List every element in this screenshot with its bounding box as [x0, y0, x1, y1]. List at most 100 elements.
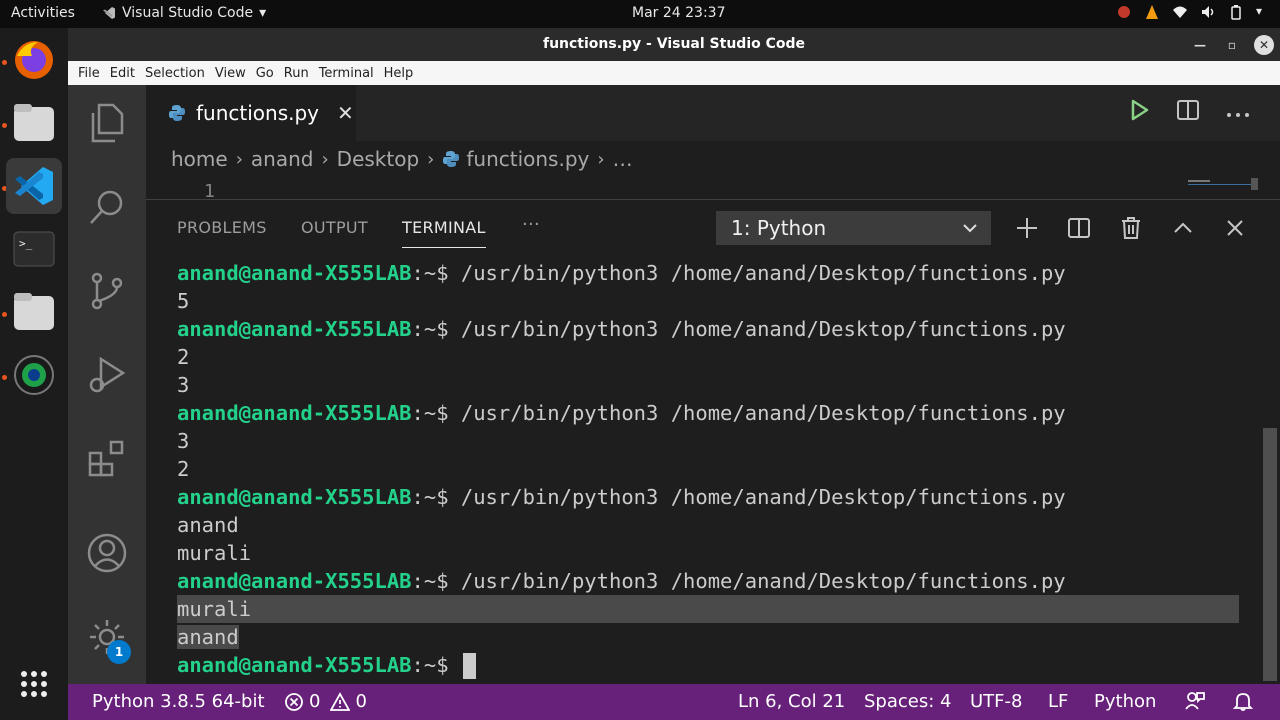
breadcrumb-desktop[interactable]: Desktop [337, 147, 419, 171]
terminal-cursor [462, 653, 476, 679]
terminal-output-line: 3 [177, 371, 1239, 399]
explorer-button[interactable] [85, 101, 129, 145]
activities-button[interactable]: Activities [11, 5, 75, 21]
status-bar: Python 3.8.5 64-bit 0 0 Ln 6, Col 21 Spa… [68, 684, 1280, 720]
search-button[interactable] [85, 185, 129, 229]
minimize-button[interactable]: — [1184, 28, 1216, 61]
editor-content[interactable]: 1 [146, 177, 1280, 199]
terminal-scrollbar[interactable] [1263, 428, 1277, 681]
editor-tab-bar: functions.py ✕ [146, 85, 1280, 141]
show-applications-button[interactable] [6, 656, 62, 712]
source-control-button[interactable] [85, 269, 129, 313]
account-icon [87, 533, 127, 573]
cursor-position[interactable]: Ln 6, Col 21 [738, 691, 845, 712]
dock-files[interactable] [6, 95, 62, 151]
end-of-line[interactable]: LF [1048, 691, 1068, 712]
dock-webcam[interactable] [6, 347, 62, 403]
search-icon [90, 190, 123, 224]
language-mode[interactable]: Python [1094, 691, 1156, 712]
notifications-button[interactable] [1232, 690, 1254, 717]
run-debug-button[interactable] [85, 353, 129, 397]
files-icon [14, 104, 54, 141]
record-icon[interactable] [1116, 4, 1132, 20]
system-tray[interactable]: ▾ [1116, 4, 1268, 20]
menu-go[interactable]: Go [251, 66, 279, 81]
menu-edit[interactable]: Edit [105, 66, 140, 81]
wifi-icon[interactable] [1172, 4, 1188, 20]
ubuntu-dock: >_ [0, 28, 68, 720]
app-menu[interactable]: Visual Studio Code ▾ [102, 5, 266, 21]
dock-firefox[interactable] [6, 32, 62, 88]
panel-tab-problems[interactable]: PROBLEMS [177, 218, 267, 237]
breadcrumb: home › anand › Desktop › functions.py › … [146, 141, 1280, 177]
new-terminal-button[interactable] [1014, 215, 1040, 241]
indentation[interactable]: Spaces: 4 [864, 691, 951, 712]
feedback-button[interactable] [1184, 690, 1206, 717]
dock-files-2[interactable] [6, 284, 62, 340]
trash-icon [1122, 217, 1140, 239]
prompt-user: anand@anand-X555LAB [177, 569, 412, 593]
extensions-button[interactable] [85, 437, 129, 481]
gnome-top-bar: Activities Visual Studio Code ▾ Mar 24 2… [0, 0, 1280, 28]
accounts-button[interactable] [85, 531, 129, 575]
clock[interactable]: Mar 24 23:37 [632, 5, 725, 21]
minimap[interactable] [1188, 178, 1258, 190]
plus-icon [1017, 218, 1037, 238]
prompt-user: anand@anand-X555LAB [177, 261, 412, 285]
menu-view[interactable]: View [210, 66, 251, 81]
menu-selection[interactable]: Selection [140, 66, 210, 81]
dock-terminal[interactable]: >_ [6, 221, 62, 277]
panel-more-button[interactable]: ··· [522, 214, 540, 235]
window-title: functions.py - Visual Studio Code [542, 36, 806, 52]
encoding[interactable]: UTF-8 [970, 691, 1022, 712]
panel-tab-output[interactable]: OUTPUT [301, 218, 368, 237]
terminal-prompt-line: anand@anand-X555LAB:~$ /usr/bin/python3 … [177, 315, 1239, 343]
breadcrumb-home[interactable]: home [171, 147, 228, 171]
prompt-symbol: $ [436, 569, 461, 593]
kill-terminal-button[interactable] [1118, 215, 1144, 241]
more-actions-button[interactable] [1226, 103, 1250, 122]
terminal-select[interactable]: 1: Python [716, 211, 991, 245]
run-debug-icon [89, 356, 126, 393]
volume-icon[interactable] [1200, 4, 1216, 20]
split-editor-button[interactable] [1176, 99, 1200, 125]
menu-run[interactable]: Run [279, 66, 314, 81]
panel-tab-terminal[interactable]: TERMINAL [402, 218, 486, 248]
split-terminal-button[interactable] [1066, 215, 1092, 241]
prompt-path: :~ [411, 317, 437, 341]
output-text: anand [177, 513, 239, 537]
window-title-bar[interactable]: functions.py - Visual Studio Code — ▫ ✕ [68, 28, 1280, 61]
chevron-right-icon: › [235, 148, 243, 170]
power-menu-icon[interactable]: ▾ [1256, 4, 1268, 20]
output-text: murali [177, 597, 252, 621]
maximize-button[interactable]: ▫ [1216, 28, 1248, 61]
breadcrumb-symbol[interactable]: … [613, 147, 633, 171]
terminal-output[interactable]: anand@anand-X555LAB:~$ /usr/bin/python3 … [177, 259, 1239, 679]
close-tab-icon[interactable]: ✕ [337, 101, 354, 125]
close-window-button[interactable]: ✕ [1248, 28, 1280, 61]
breadcrumb-file[interactable]: functions.py [466, 147, 589, 171]
vlc-icon[interactable] [1144, 4, 1160, 20]
python-file-icon [169, 105, 185, 121]
terminal-output-line: murali [177, 595, 1239, 623]
menu-file[interactable]: File [73, 66, 105, 81]
python-interpreter[interactable]: Python 3.8.5 64-bit [92, 691, 265, 712]
menu-bar: File Edit Selection View Go Run Terminal… [68, 61, 1280, 85]
menu-terminal[interactable]: Terminal [314, 66, 379, 81]
problems-indicator[interactable]: 0 0 [284, 691, 367, 712]
activity-bar [68, 85, 146, 684]
maximize-panel-button[interactable] [1170, 215, 1196, 241]
run-python-file-button[interactable] [1130, 99, 1150, 125]
bell-icon [1232, 693, 1254, 711]
tab-label: functions.py [196, 101, 320, 125]
breadcrumb-anand[interactable]: anand [251, 147, 314, 171]
battery-icon[interactable] [1228, 4, 1244, 20]
terminal-prompt-line: anand@anand-X555LAB:~$ /usr/bin/python3 … [177, 567, 1239, 595]
close-panel-button[interactable] [1222, 215, 1248, 241]
tab-functions-py[interactable]: functions.py ✕ [146, 85, 356, 141]
dock-vscode[interactable] [6, 158, 62, 214]
prompt-symbol: $ [436, 261, 461, 285]
menu-help[interactable]: Help [379, 66, 419, 81]
prompt-symbol: $ [436, 485, 461, 509]
terminal-output-line: anand [177, 511, 1239, 539]
